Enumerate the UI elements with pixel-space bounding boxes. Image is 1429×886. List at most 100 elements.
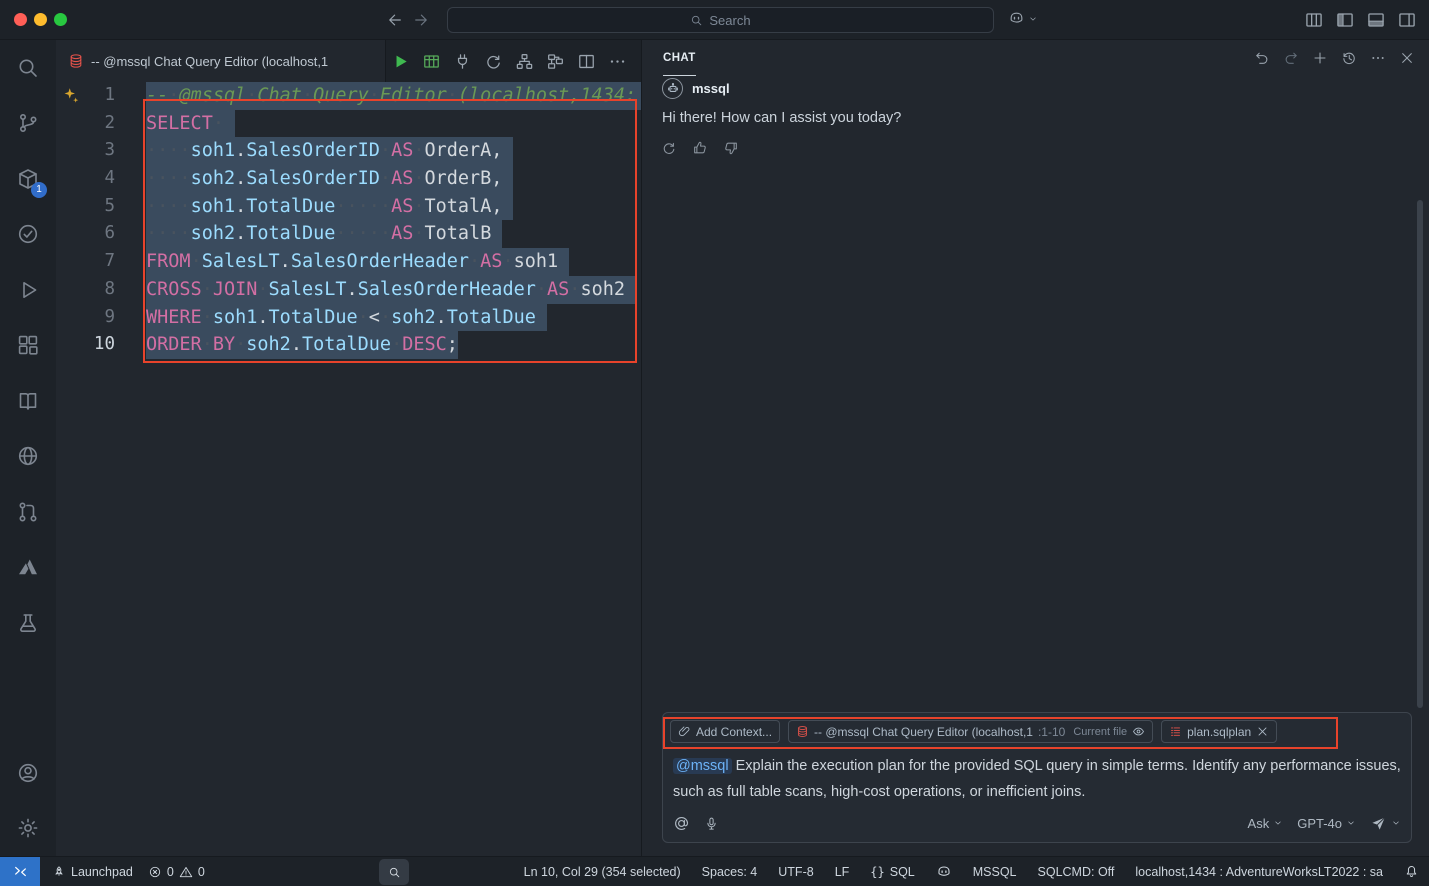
navigate-forward-icon[interactable]	[412, 11, 430, 29]
azure-icon	[16, 555, 40, 579]
change-connection-icon[interactable]	[484, 52, 503, 71]
code-line-9[interactable]: 9WHERE·soh1.TotalDue·<·soh2.TotalDue	[56, 304, 641, 332]
chat-new-chat-icon[interactable]	[1312, 50, 1328, 66]
status-eol[interactable]: LF	[835, 865, 850, 879]
code-line-7[interactable]: 7FROM·SalesLT.SalesOrderHeader·AS·soh1	[56, 248, 641, 276]
activity-item-extensions[interactable]	[0, 318, 56, 374]
activity-item-source-control[interactable]	[0, 96, 56, 152]
status-sqlcmd[interactable]: SQLCMD: Off	[1038, 865, 1115, 879]
status-launchpad[interactable]: Launchpad	[52, 865, 133, 879]
microphone-icon[interactable]	[704, 816, 719, 831]
navigate-back-icon[interactable]	[386, 11, 404, 29]
code-text: WHERE·soh1.TotalDue·<·soh2.TotalDue	[146, 304, 547, 332]
line-number: 5	[56, 193, 115, 221]
chat-input-box[interactable]: Add Context... -- @mssql Chat Query Edit…	[662, 712, 1412, 843]
activity-item-run-and-debug[interactable]	[0, 262, 56, 318]
activity-item-accounts[interactable]	[0, 745, 56, 801]
chat-redo-icon[interactable]	[1283, 50, 1299, 66]
zoom-indicator[interactable]	[379, 859, 409, 885]
open-results-grid-icon[interactable]	[422, 52, 441, 71]
search-placeholder: Search	[709, 13, 750, 28]
schema-designer-icon[interactable]	[546, 52, 565, 71]
activity-item-testing[interactable]	[0, 207, 56, 263]
split-editor-icon[interactable]	[577, 52, 596, 71]
remote-icon	[13, 864, 28, 879]
command-search-input[interactable]: Search	[447, 7, 994, 33]
source-control-icon	[16, 111, 40, 135]
code-text: ····soh2.SalesOrderID·AS·OrderB,	[146, 165, 513, 193]
run-query-icon[interactable]	[391, 52, 410, 71]
code-line-3[interactable]: 3····soh1.SalesOrderID·AS·OrderA,	[56, 137, 641, 165]
activity-item-remote-explorer[interactable]: 1	[0, 151, 56, 207]
activity-badge: 1	[31, 182, 47, 198]
context-file-note: Current file	[1073, 726, 1127, 738]
thumbs-up-icon[interactable]	[692, 140, 708, 156]
activity-item-search[interactable]	[0, 40, 56, 96]
code-line-5[interactable]: 5····soh1.TotalDue·····AS·TotalA,	[56, 193, 641, 221]
minimize-window-button[interactable]	[34, 13, 47, 26]
toggle-primary-sidebar-icon[interactable]	[1335, 10, 1355, 30]
status-language-mode[interactable]: {} SQL	[870, 865, 914, 879]
chat-scrollbar[interactable]	[1417, 200, 1423, 708]
customize-layout-icon[interactable]	[1304, 10, 1324, 30]
thumbs-down-icon[interactable]	[723, 140, 739, 156]
status-copilot[interactable]	[936, 864, 952, 880]
line-number: 4	[56, 165, 115, 193]
schema-visualize-icon[interactable]	[515, 52, 534, 71]
connect-icon[interactable]	[453, 52, 472, 71]
context-chip-current-file[interactable]: -- @mssql Chat Query Editor (localhost,1…	[788, 720, 1153, 743]
mode-selector[interactable]: Ask	[1248, 816, 1284, 831]
activity-item-notebooks[interactable]	[0, 373, 56, 429]
maximize-window-button[interactable]	[54, 13, 67, 26]
activity-item-database-projects[interactable]	[0, 595, 56, 651]
chat-history-icon[interactable]	[1341, 50, 1357, 66]
activity-item-pull-requests[interactable]	[0, 484, 56, 540]
send-button[interactable]	[1370, 815, 1401, 832]
close-window-button[interactable]	[14, 13, 27, 26]
chat-prompt-input[interactable]: @mssql Explain the execution plan for th…	[673, 753, 1403, 805]
copilot-sparkle-icon[interactable]	[60, 86, 79, 105]
status-problems[interactable]: 0 0	[148, 865, 205, 879]
chat-close-icon[interactable]	[1399, 50, 1415, 66]
code-line-6[interactable]: 6····soh2.TotalDue·····AS·TotalB	[56, 220, 641, 248]
chat-more-icon[interactable]	[1370, 50, 1386, 66]
activity-item-github[interactable]	[0, 429, 56, 485]
activity-item-settings[interactable]	[0, 801, 56, 857]
toggle-panel-icon[interactable]	[1366, 10, 1386, 30]
code-line-10[interactable]: 10ORDER·BY·soh2.TotalDue·DESC;	[56, 331, 641, 359]
status-mssql[interactable]: MSSQL	[973, 865, 1017, 879]
tab-query-editor[interactable]: -- @mssql Chat Query Editor (localhost,1	[56, 40, 386, 82]
toggle-secondary-sidebar-icon[interactable]	[1397, 10, 1417, 30]
status-indentation[interactable]: Spaces: 4	[702, 865, 758, 879]
more-actions-icon[interactable]	[608, 52, 627, 71]
editor-toolbar	[391, 40, 641, 82]
status-encoding[interactable]: UTF-8	[778, 865, 813, 879]
regenerate-icon[interactable]	[661, 140, 677, 156]
line-number: 2	[56, 110, 115, 138]
mention-context-icon[interactable]	[673, 815, 690, 832]
vscode-window: Search 1 -- @mssql Chat Query Editor (lo…	[0, 0, 1429, 886]
status-cursor-position[interactable]: Ln 10, Col 29 (354 selected)	[524, 865, 681, 879]
context-chip-sqlplan[interactable]: plan.sqlplan	[1161, 720, 1277, 743]
code-line-1[interactable]: 1--·@mssql·Chat·Query·Editor·(localhost,…	[56, 82, 641, 110]
model-selector[interactable]: GPT-4o	[1297, 816, 1356, 831]
database-icon	[796, 725, 809, 738]
code-line-2[interactable]: 2SELECT·	[56, 110, 641, 138]
context-file-label: -- @mssql Chat Query Editor (localhost,1	[814, 725, 1033, 739]
activity-item-azure[interactable]	[0, 540, 56, 596]
copilot-menu-button[interactable]	[1008, 10, 1038, 27]
chat-undo-icon[interactable]	[1254, 50, 1270, 66]
notifications-bell-icon[interactable]	[1404, 864, 1419, 879]
tab-chat[interactable]: CHAT	[663, 40, 696, 76]
code-editor[interactable]: 1--·@mssql·Chat·Query·Editor·(localhost,…	[56, 82, 641, 856]
status-connection[interactable]: localhost,1434 : AdventureWorksLT2022 : …	[1135, 865, 1383, 879]
extensions-icon	[16, 333, 40, 357]
add-context-button[interactable]: Add Context...	[670, 720, 780, 743]
code-line-8[interactable]: 8CROSS·JOIN·SalesLT.SalesOrderHeader·AS·…	[56, 276, 641, 304]
line-number: 10	[56, 331, 115, 359]
code-text: ····soh2.TotalDue·····AS·TotalB	[146, 220, 502, 248]
chevron-down-icon	[1391, 818, 1401, 828]
github-icon	[16, 444, 40, 468]
code-line-4[interactable]: 4 ····soh2.SalesOrderID·AS·OrderB,	[56, 165, 641, 193]
remote-indicator[interactable]	[0, 857, 40, 886]
